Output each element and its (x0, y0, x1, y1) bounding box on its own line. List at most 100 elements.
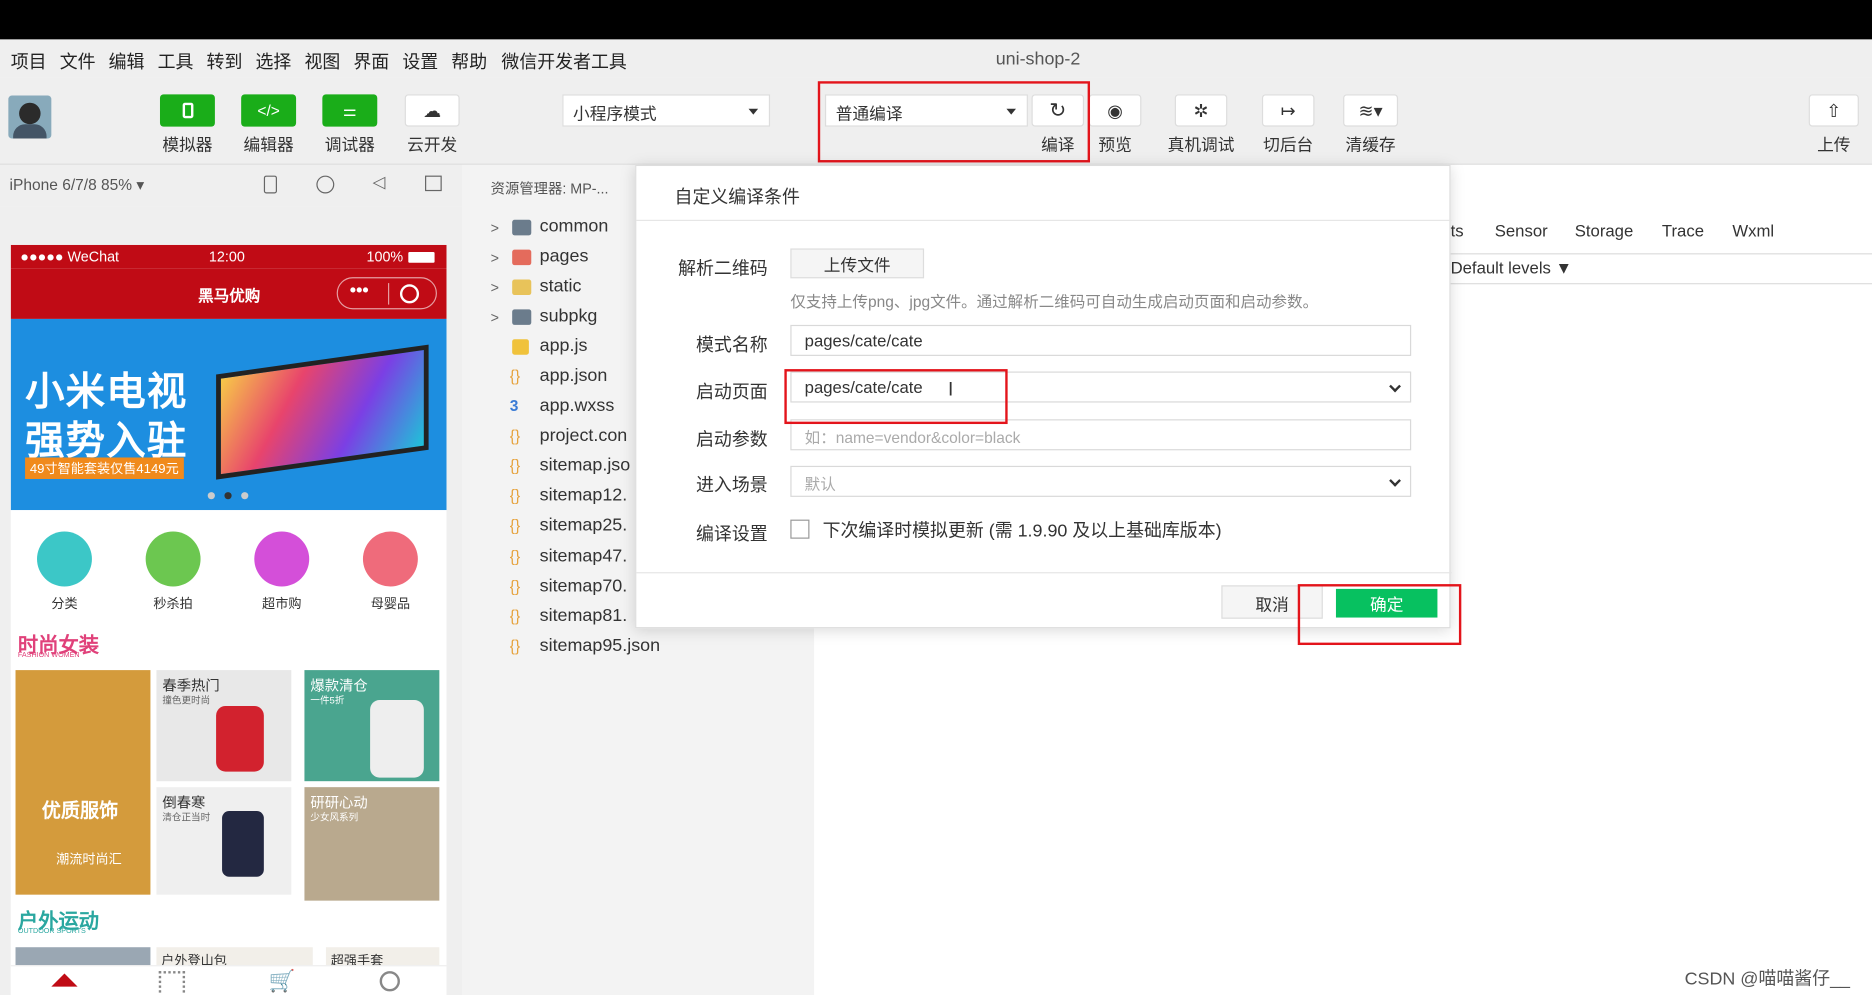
volume-icon[interactable]: ◁ (372, 172, 385, 192)
swiper-dot (207, 492, 215, 500)
editor-button[interactable]: </> (241, 94, 297, 127)
menu-edit[interactable]: 编辑 (109, 49, 145, 74)
menu-help[interactable]: 帮助 (451, 49, 487, 74)
background-button[interactable]: ↦ (1261, 94, 1315, 127)
log-levels-select[interactable]: Default levels ▼ (1451, 258, 1573, 277)
json-file-icon: {} (509, 636, 521, 655)
debugger-label: 调试器 (324, 134, 375, 155)
banner-swiper[interactable]: 小米电视 强势入驻 49寸智能套装仅售4149元 (10, 318, 447, 511)
mode-name-input[interactable]: pages/cate/cate (790, 324, 1412, 356)
more-icon[interactable]: ••• (350, 281, 369, 301)
json-file-icon: {} (509, 426, 521, 445)
real-debug-label: 真机调试 (1167, 134, 1235, 155)
upload-hint: 仅支持上传png、jpg文件。通过解析二维码可自动生成启动页面和启动参数。 (790, 292, 1319, 311)
menu-project[interactable]: 项目 (11, 49, 47, 74)
capsule-divider (388, 283, 390, 305)
upload-file-button[interactable]: 上传文件 (790, 248, 925, 279)
floor-tile[interactable]: 研研心动 少女风系列 (304, 787, 440, 901)
simulate-update-label: 下次编译时模拟更新 (需 1.9.90 及以上基础库版本) (822, 520, 1222, 542)
category-icon-classify[interactable] (37, 531, 92, 587)
tree-item-label: sitemap25. (539, 514, 628, 536)
devtools-tab[interactable]: ts (1451, 221, 1464, 240)
devtools-tab-storage[interactable]: Storage (1575, 221, 1634, 240)
devtools-tab-wxml[interactable]: Wxml (1732, 221, 1774, 240)
floor-subtitle-outdoor: OUTDOOR SPORTS (17, 928, 86, 936)
record-icon[interactable] (316, 175, 335, 194)
preview-label: 预览 (1098, 134, 1132, 155)
avatar[interactable] (8, 95, 52, 139)
category-label: 分类 (51, 597, 78, 612)
divider (636, 219, 1452, 221)
start-page-highlight-box (784, 369, 1008, 425)
chevron-down-icon (1389, 380, 1401, 393)
cloud-button[interactable]: ☁ (404, 94, 460, 127)
simulate-update-checkbox[interactable] (790, 519, 810, 539)
phone-icon[interactable] (263, 175, 277, 194)
tile-label: 春季热门 (162, 677, 220, 694)
device-select[interactable]: iPhone 6/7/8 85% ▾ (10, 176, 145, 195)
category-label: 母婴品 (370, 597, 411, 612)
devtools-tab-sensor[interactable]: Sensor (1495, 221, 1548, 240)
upload-button[interactable]: ⇧ (1808, 94, 1859, 127)
devtools-tab-trace[interactable]: Trace (1662, 221, 1704, 240)
preview-button[interactable]: ◉ (1088, 94, 1142, 127)
upload-icon: ⇧ (1826, 100, 1842, 122)
menu-select[interactable]: 选择 (255, 49, 291, 74)
tree-item-label: app.js (539, 335, 588, 356)
devtools-levels-bar: Default levels ▼ (1450, 253, 1872, 285)
category-tab-icon[interactable] (158, 971, 186, 995)
tree-item-label: static (539, 275, 582, 297)
css-file-icon: 3 (509, 396, 519, 415)
floor-tile-main[interactable]: 优质服饰 潮流时尚汇 (15, 670, 151, 895)
json-file-icon: {} (509, 486, 521, 505)
devtools-tabs: ts Sensor Storage Trace Wxml (1451, 216, 1872, 247)
menu-interface[interactable]: 界面 (353, 49, 389, 74)
menu-view[interactable]: 视图 (304, 49, 340, 74)
real-debug-button[interactable]: ✲ (1174, 94, 1228, 127)
json-file-icon: {} (509, 606, 521, 625)
json-file-icon: {} (509, 516, 521, 534)
folder-icon (512, 279, 532, 296)
mode-select[interactable]: 小程序模式 (562, 94, 771, 127)
clear-cache-button[interactable]: ≋▾ (1343, 94, 1399, 127)
category-label: 秒杀拍 (153, 597, 193, 612)
window-icon[interactable] (425, 175, 442, 192)
clear-cache-label: 清缓存 (1345, 134, 1396, 155)
category-icon-seckill[interactable] (145, 531, 201, 587)
phone-screen: ●●●●● WeChat 12:00 100% 黑马优购 ••• 小米电视 强势… (10, 244, 447, 995)
menu-tools[interactable]: 工具 (158, 49, 194, 74)
tree-file[interactable]: {} sitemap95.json (462, 634, 814, 663)
category-label: 超市购 (262, 597, 302, 612)
menu-settings[interactable]: 设置 (402, 49, 438, 74)
banner-tv-image (216, 344, 429, 480)
menu-file[interactable]: 文件 (60, 49, 96, 74)
phone-icon (182, 102, 193, 119)
chevron-right-icon: > (490, 249, 500, 267)
simulator-button[interactable] (159, 94, 215, 127)
tile-label: 优质服饰 (41, 801, 119, 822)
tree-item-label: sitemap12. (539, 484, 628, 506)
floor-tile[interactable]: 倒春寒 清仓正当时 (156, 787, 292, 895)
category-icon-supermarket[interactable] (254, 531, 310, 587)
floor-tile[interactable]: 春季热门 撞色更时尚 (156, 670, 292, 782)
banner-subtitle: 49寸智能套装仅售4149元 (25, 457, 184, 479)
folder-icon (512, 249, 532, 266)
debugger-button[interactable]: ⚌ (322, 94, 378, 127)
cart-icon[interactable]: 🛒 (269, 969, 296, 994)
chevron-down-icon (1389, 474, 1401, 487)
menu-goto[interactable]: 转到 (207, 49, 243, 74)
floor-tile[interactable]: 爆款清仓 一件5折 (304, 670, 440, 782)
compile-highlight-box (817, 81, 1091, 163)
swiper-dot (241, 492, 249, 500)
menu-bar: 项目 文件 编辑 工具 转到 选择 视图 界面 设置 帮助 微信开发者工具 un… (0, 39, 1872, 78)
chevron-right-icon: > (490, 309, 500, 327)
close-mini-program-icon[interactable] (399, 284, 420, 304)
capsule-menu[interactable]: ••• (336, 277, 437, 310)
menu-wechat-devtools[interactable]: 微信开发者工具 (501, 49, 626, 74)
tree-item-label: sitemap81. (539, 605, 628, 626)
scene-select[interactable]: 默认 (790, 465, 1412, 497)
home-icon[interactable] (51, 973, 78, 987)
json-file-icon: {} (509, 576, 521, 595)
user-icon[interactable] (379, 971, 400, 992)
category-icon-baby[interactable] (362, 531, 418, 587)
